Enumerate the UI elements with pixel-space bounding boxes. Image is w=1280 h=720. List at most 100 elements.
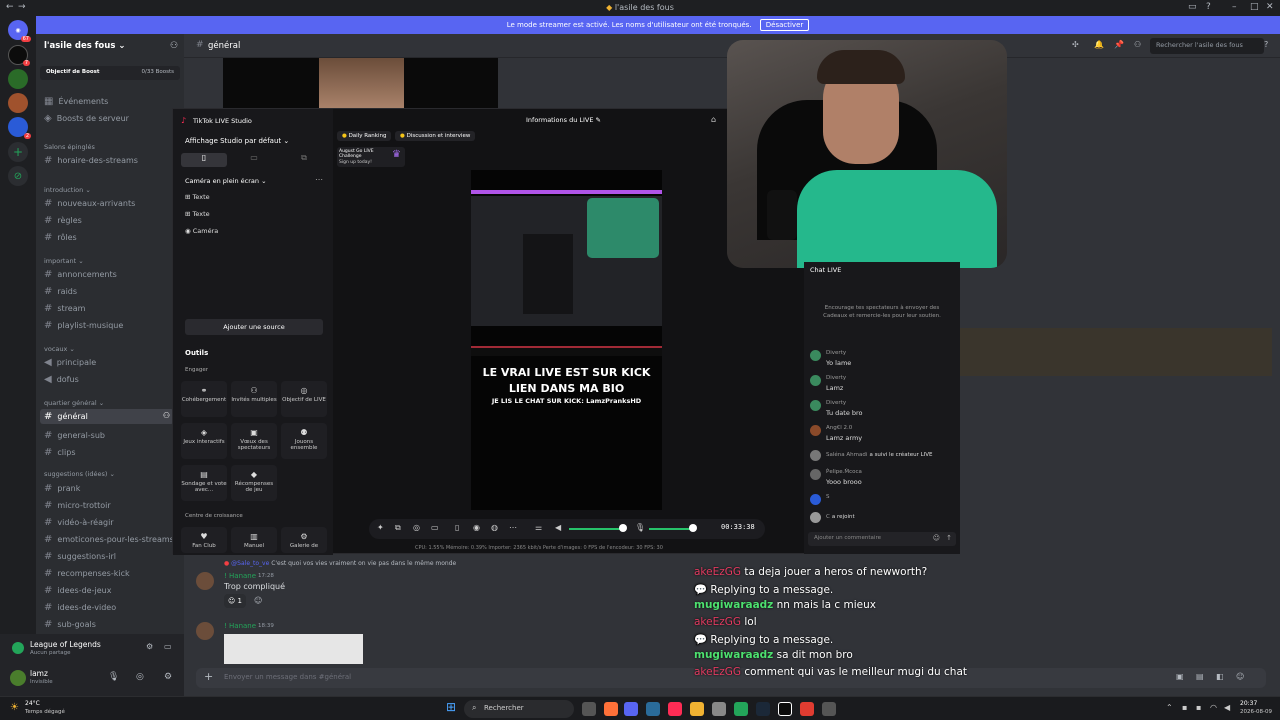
tool-cohost[interactable]: ⚭ Cohébergement xyxy=(181,381,227,417)
channel-item[interactable]: # règles xyxy=(44,215,82,226)
disable-streamer-mode-button[interactable]: Désactiver xyxy=(759,19,810,31)
reply-reference[interactable]: ● @Sale_to_ve C'est quoi vos vies vraime… xyxy=(224,560,456,567)
app-icon[interactable] xyxy=(778,702,792,716)
shared-image[interactable] xyxy=(223,58,498,108)
category-vocaux[interactable]: vocaux ⌄ xyxy=(44,345,75,353)
channel-item[interactable]: # idees-de-video xyxy=(44,602,116,613)
start-icon[interactable]: ⊞ xyxy=(446,700,456,714)
tool-fan-club[interactable]: ♥ Fan Club xyxy=(181,527,227,553)
speaker-volume-handle[interactable] xyxy=(619,524,627,532)
steam-icon[interactable] xyxy=(756,702,770,716)
tool-poll[interactable]: ▤ Sondage et vote avec... xyxy=(181,465,227,501)
boost-goal[interactable]: Objectif de Boost 0/33 Boosts xyxy=(40,66,180,80)
emoji-icon[interactable]: ☺ xyxy=(1236,672,1244,681)
tray-icon[interactable]: ▪ xyxy=(1196,703,1201,712)
add-server-icon[interactable]: + xyxy=(8,142,28,162)
app-icon[interactable] xyxy=(646,702,660,716)
channel-item[interactable]: # horaire-des-streams xyxy=(44,155,138,166)
file-explorer-icon[interactable] xyxy=(690,702,704,716)
channel-item[interactable]: # playlist-musique xyxy=(44,320,123,331)
channel-item[interactable]: # micro-trottoir xyxy=(44,500,111,511)
category-intro[interactable]: introduction ⌄ xyxy=(44,186,91,194)
task-view-icon[interactable] xyxy=(582,702,596,716)
microphone-icon[interactable]: 🎙 xyxy=(635,523,645,532)
events-item[interactable]: ▦ Événements xyxy=(44,96,108,107)
server-icon-4[interactable]: 2 xyxy=(8,117,31,139)
weather-temp[interactable]: 24°C xyxy=(25,700,40,707)
mixer-icon[interactable]: ⚌ xyxy=(535,523,542,532)
server-icon-1[interactable]: 7 xyxy=(8,45,30,66)
message-author[interactable]: ! Hanane xyxy=(224,572,256,580)
category-suggestions[interactable]: suggestions (idées) ⌄ xyxy=(44,470,115,478)
channel-item[interactable]: # emoticones-pour-les-streams xyxy=(44,534,174,545)
source-item[interactable]: ⊞ Texte xyxy=(185,210,210,218)
avatar[interactable] xyxy=(196,572,214,590)
channel-item-selected[interactable]: # général ⚇ xyxy=(40,409,174,424)
username[interactable]: lamz xyxy=(30,669,48,678)
channel-item[interactable]: # stream xyxy=(44,303,85,314)
tab-daily-ranking[interactable]: ● Daily Ranking xyxy=(337,131,392,141)
add-member-icon[interactable]: ⚇ xyxy=(163,411,170,420)
voice-channel-item[interactable]: ◀ principale xyxy=(44,357,96,368)
discord-taskbar-icon[interactable] xyxy=(624,702,638,716)
pause-icon[interactable]: ◍ xyxy=(491,523,498,532)
app-icon[interactable] xyxy=(712,702,726,716)
speaker-icon[interactable]: ◀ xyxy=(555,523,561,532)
microphone-icon[interactable]: 🎙 xyxy=(108,672,119,682)
gif-icon[interactable]: ▤ xyxy=(1196,672,1204,681)
more-icon[interactable]: ⋯ xyxy=(509,523,517,532)
notification-bell-icon[interactable]: 🔔 xyxy=(1094,40,1104,49)
wifi-icon[interactable]: ◠ xyxy=(1210,703,1217,712)
tool-multi-guest[interactable]: ⚇ Invités multiples xyxy=(231,381,277,417)
tool-play-together[interactable]: ⚉ Jouons ensemble xyxy=(281,423,327,459)
scene-select[interactable]: Caméra en plein écran ⌄ xyxy=(185,177,267,185)
category-important[interactable]: important ⌄ xyxy=(44,257,84,265)
search-input[interactable]: Rechercher l'asile des fous xyxy=(1150,38,1264,54)
volume-icon[interactable]: ◀ xyxy=(1224,703,1230,712)
channel-item[interactable]: # recompenses-kick xyxy=(44,568,130,579)
app-icon[interactable] xyxy=(800,702,814,716)
pin-icon[interactable]: 📌 xyxy=(1114,40,1124,49)
help-icon[interactable]: ? xyxy=(1206,2,1211,12)
close-icon[interactable]: ✕ xyxy=(1266,2,1274,12)
layers-icon[interactable]: ⧉ xyxy=(395,523,401,533)
category-pinned[interactable]: Salons épinglés xyxy=(44,143,95,151)
screen-share-icon[interactable]: ▭ xyxy=(164,642,172,651)
channel-item[interactable]: # clips xyxy=(44,447,75,458)
channel-item[interactable]: # general-sub xyxy=(44,430,105,441)
add-attachment-icon[interactable]: + xyxy=(204,670,213,683)
add-source-button[interactable]: Ajouter une source xyxy=(185,319,323,335)
clock-time[interactable]: 20:37 xyxy=(1240,700,1257,707)
emoji-icon[interactable]: ☺ xyxy=(933,534,940,542)
dual-mode-button[interactable]: ⧉ xyxy=(281,153,327,167)
channel-item[interactable]: # rôles xyxy=(44,232,77,243)
add-reaction-icon[interactable]: ☺ xyxy=(254,596,262,605)
server-icon-2[interactable] xyxy=(8,69,28,89)
landscape-mode-button[interactable]: ▭ xyxy=(231,153,277,167)
message-author[interactable]: ! Hanane xyxy=(224,622,256,630)
app-icon[interactable] xyxy=(822,702,836,716)
mic-volume-handle[interactable] xyxy=(689,524,697,532)
settings-gear-icon[interactable]: ⚙ xyxy=(164,672,172,682)
activity-game[interactable]: League of Legends xyxy=(30,640,101,649)
speaker-volume-slider[interactable] xyxy=(569,528,623,530)
tiktok-taskbar-icon[interactable] xyxy=(668,702,682,716)
members-icon[interactable]: ⚇ xyxy=(1134,40,1141,49)
tool-manual[interactable]: ▥ Manuel xyxy=(231,527,277,553)
attached-image[interactable] xyxy=(224,634,363,664)
app-icon[interactable] xyxy=(734,702,748,716)
record-icon[interactable]: ◉ xyxy=(473,523,480,532)
avatar[interactable] xyxy=(196,622,214,640)
brave-browser-icon[interactable] xyxy=(604,702,618,716)
channel-item[interactable]: # prank xyxy=(44,483,80,494)
headphones-icon[interactable]: ◎ xyxy=(136,672,144,682)
live-chat-input[interactable]: Ajouter un commentaire ☺ ↑ xyxy=(808,532,956,546)
discover-icon[interactable]: ⊘ xyxy=(8,166,28,186)
channel-item[interactable]: # suggestions-irl xyxy=(44,551,116,562)
home-icon[interactable]: ⌂ xyxy=(711,115,716,124)
tool-gallery[interactable]: ⚙ Galerie de xyxy=(281,527,327,553)
server-name[interactable]: l'asile des fous ⌄ xyxy=(44,41,125,51)
avatar[interactable] xyxy=(10,670,26,686)
invite-icon[interactable]: ⚇ xyxy=(170,41,178,51)
gift-icon[interactable]: ▣ xyxy=(1176,672,1184,681)
